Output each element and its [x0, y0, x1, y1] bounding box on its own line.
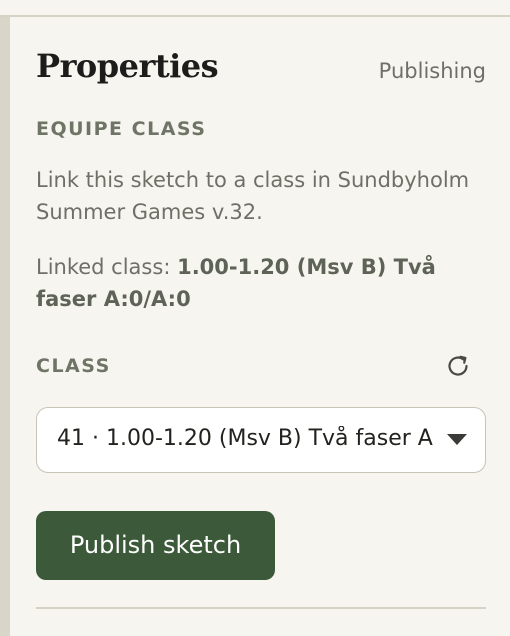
equipe-class-label: EQUIPE CLASS — [36, 118, 207, 140]
panel-tag: Publishing — [378, 59, 486, 83]
linked-class-prefix: Linked class: — [36, 255, 178, 279]
class-label: CLASS — [36, 355, 111, 377]
refresh-icon[interactable] — [444, 352, 472, 380]
properties-page: Properties Publishing EQUIPE CLASS Link … — [0, 0, 510, 636]
refresh-icon-graphic — [448, 355, 468, 376]
properties-panel: Properties Publishing EQUIPE CLASS Link … — [36, 17, 486, 609]
panel-header: Properties Publishing — [36, 17, 486, 113]
bottom-divider — [36, 607, 486, 609]
equipe-description: Link this sketch to a class in Sundbyhol… — [36, 168, 470, 224]
panel-title: Properties — [36, 47, 219, 85]
caret-down-icon — [447, 434, 467, 445]
class-select[interactable]: 41 · 1.00-1.20 (Msv B) Två faser A:0/A:0 — [36, 407, 486, 473]
linked-class-text: Linked class: 1.00-1.20 (Msv B) Två fase… — [36, 251, 476, 315]
left-rail — [0, 17, 10, 636]
publish-sketch-button[interactable]: Publish sketch — [36, 511, 275, 580]
class-select-value: 41 · 1.00-1.20 (Msv B) Två faser A:0/A:0 — [57, 426, 435, 451]
